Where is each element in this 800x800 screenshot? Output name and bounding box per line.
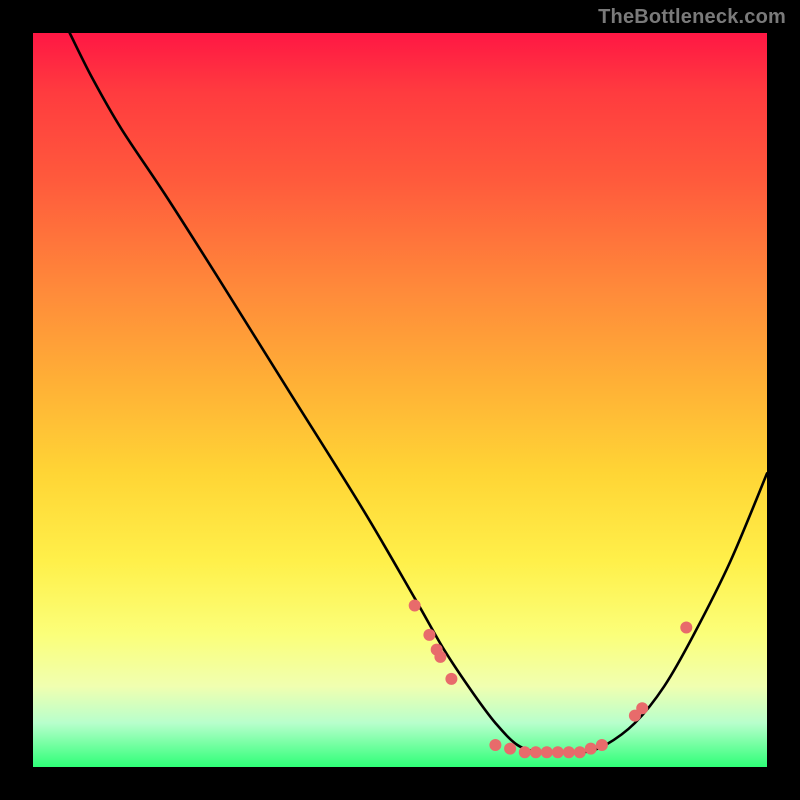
scatter-dot (636, 702, 648, 714)
curve-svg (33, 33, 767, 767)
scatter-dot (574, 746, 586, 758)
scatter-dot (445, 673, 457, 685)
bottleneck-curve (70, 33, 767, 753)
scatter-dot (541, 746, 553, 758)
attribution-label: TheBottleneck.com (598, 6, 786, 29)
scatter-dot (552, 746, 564, 758)
scatter-dot (489, 739, 501, 751)
scatter-dot (504, 743, 516, 755)
plot-area (33, 33, 767, 767)
scatter-dot (680, 622, 692, 634)
scatter-dot (585, 743, 597, 755)
scatter-dots (409, 600, 693, 759)
chart-frame: TheBottleneck.com (0, 0, 800, 800)
scatter-dot (519, 746, 531, 758)
scatter-dot (563, 746, 575, 758)
scatter-dot (530, 746, 542, 758)
scatter-dot (434, 651, 446, 663)
scatter-dot (409, 600, 421, 612)
scatter-dot (596, 739, 608, 751)
scatter-dot (423, 629, 435, 641)
